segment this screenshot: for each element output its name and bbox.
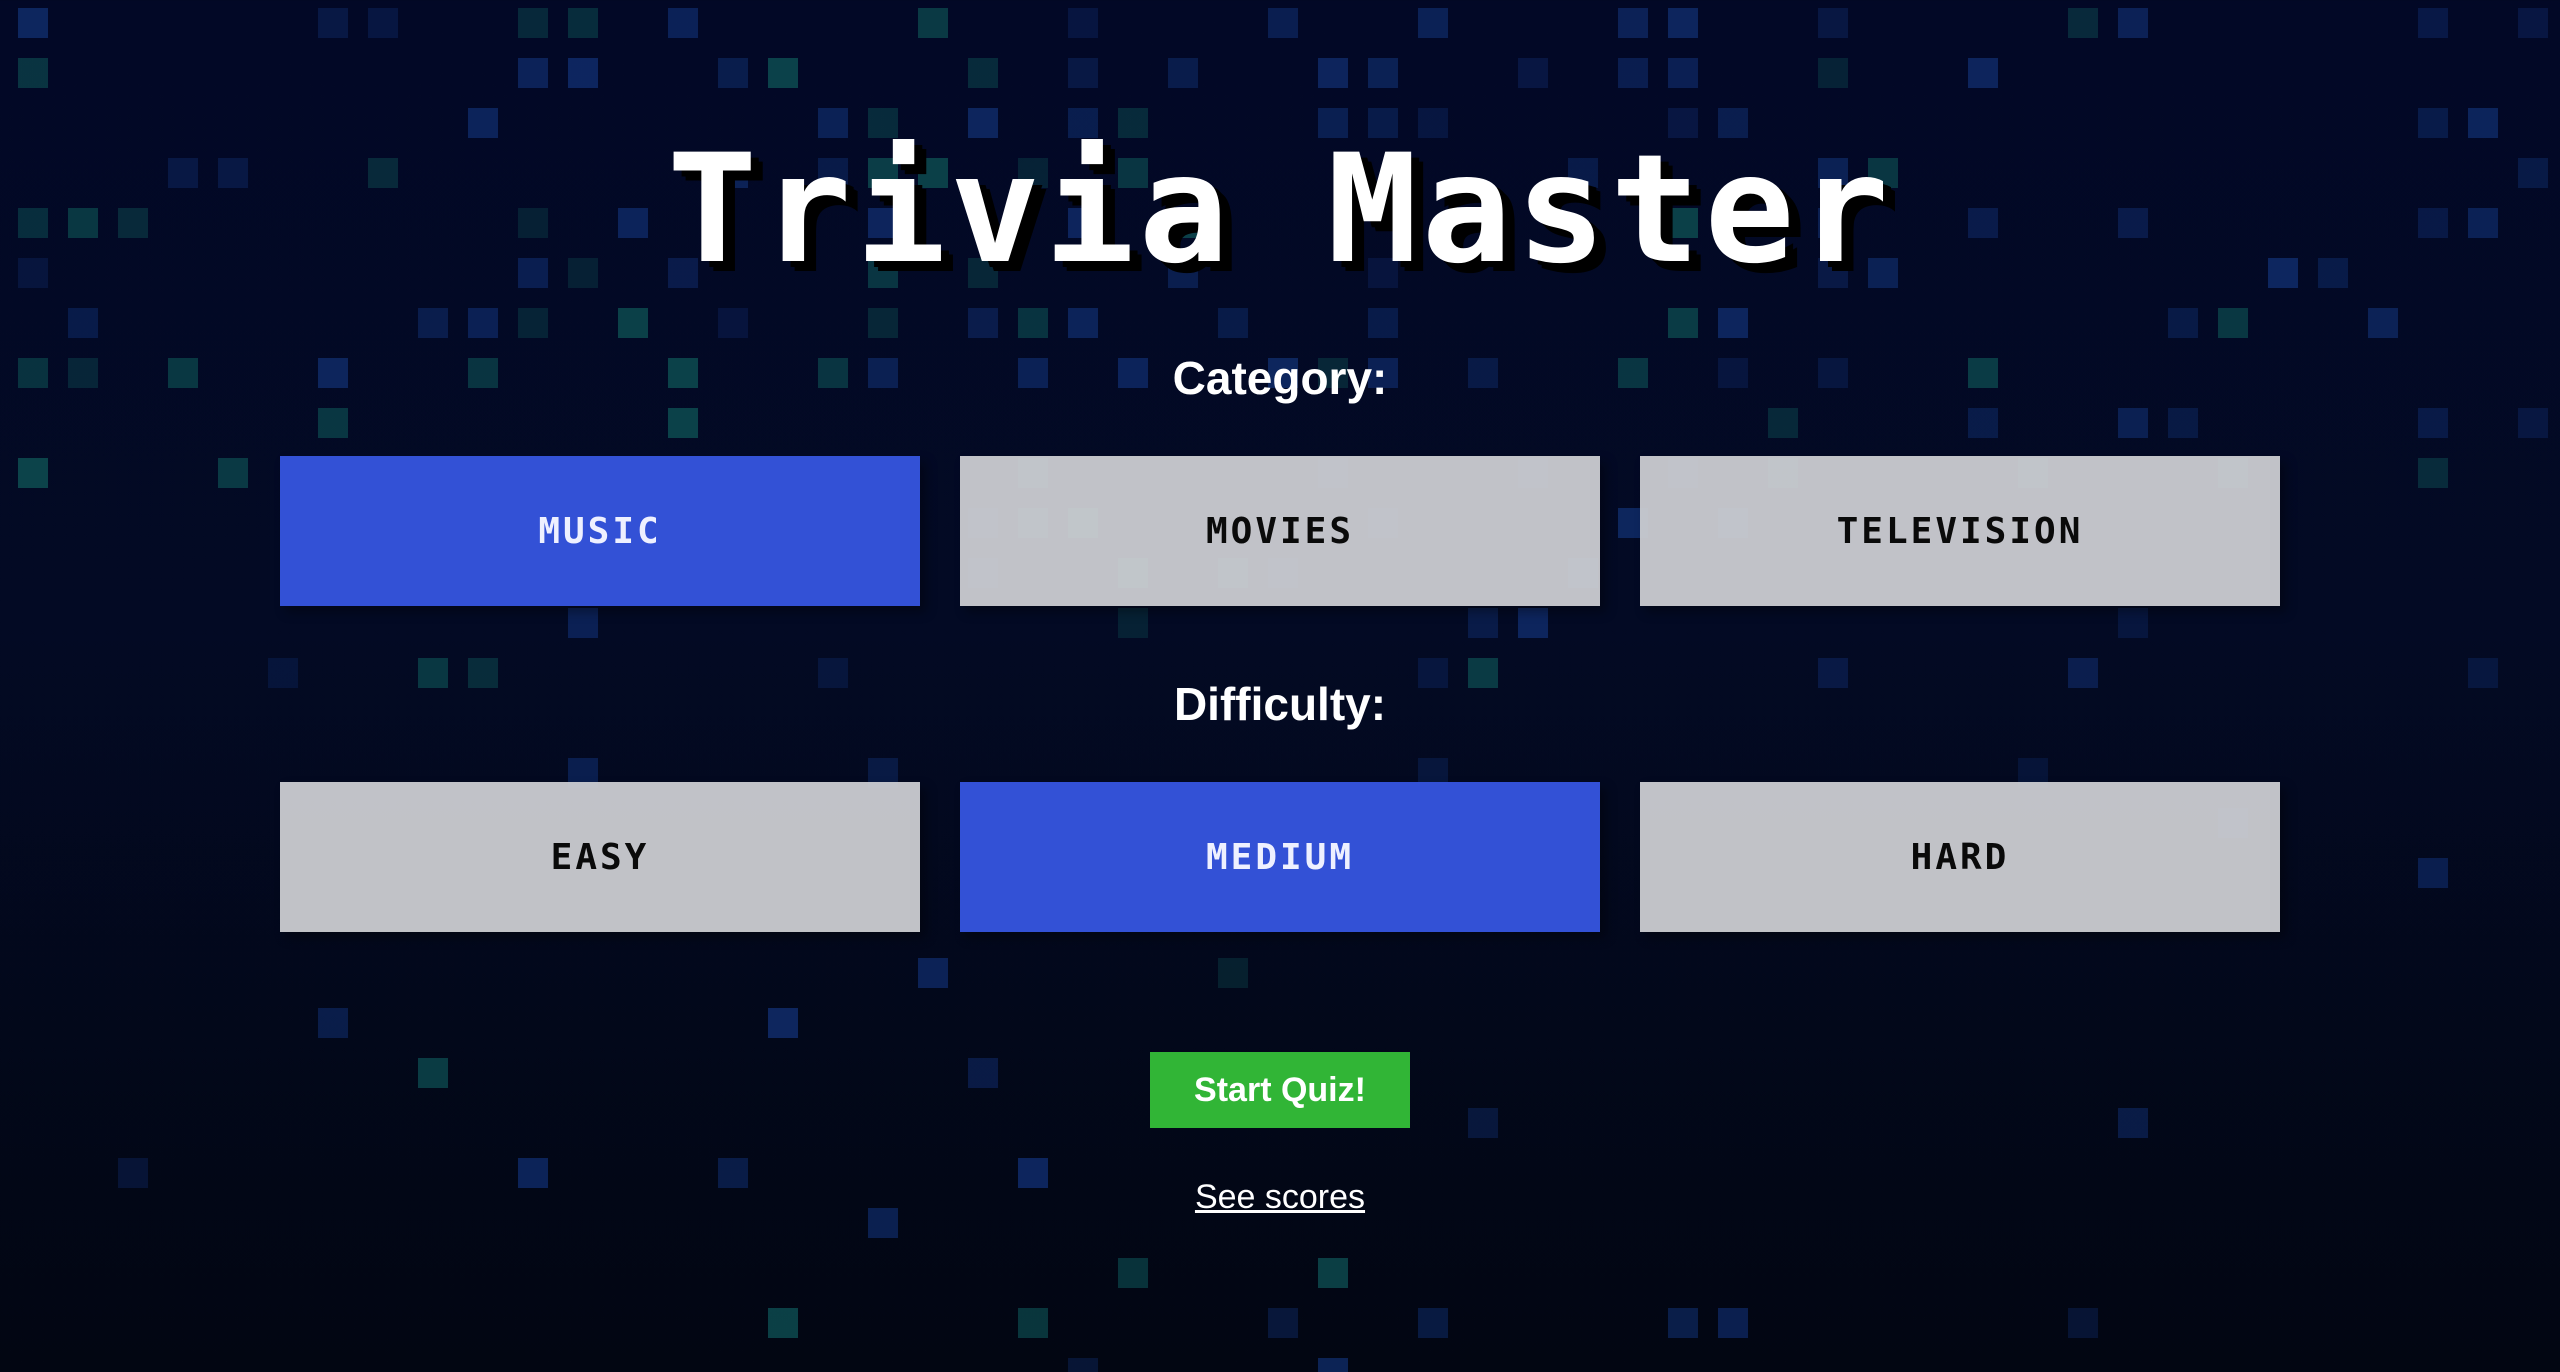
category-heading: Category: bbox=[1172, 352, 1388, 404]
start-screen: Trivia Master Category: MUSIC MOVIES TEL… bbox=[0, 0, 2560, 1372]
category-music-button[interactable]: MUSIC bbox=[280, 456, 920, 606]
category-television-button[interactable]: TELEVISION bbox=[1640, 456, 2280, 606]
difficulty-medium-button[interactable]: MEDIUM bbox=[960, 782, 1600, 932]
scores-link-container: See scores bbox=[0, 1172, 2560, 1222]
difficulty-heading: Difficulty: bbox=[1173, 678, 1387, 730]
game-title: Trivia Master bbox=[667, 123, 1893, 297]
category-options: MUSIC MOVIES TELEVISION bbox=[280, 456, 2280, 606]
difficulty-options: EASY MEDIUM HARD bbox=[280, 782, 2280, 932]
difficulty-hard-button[interactable]: HARD bbox=[1640, 782, 2280, 932]
difficulty-easy-button[interactable]: EASY bbox=[280, 782, 920, 932]
category-movies-button[interactable]: MOVIES bbox=[960, 456, 1600, 606]
start-quiz-button[interactable]: Start Quiz! bbox=[1150, 1052, 1410, 1128]
see-scores-link[interactable]: See scores bbox=[1195, 1178, 1365, 1216]
